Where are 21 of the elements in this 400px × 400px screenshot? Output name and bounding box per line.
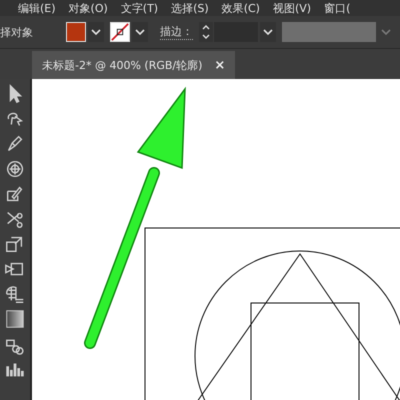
menu-item[interactable]: 文字(T) — [120, 0, 158, 16]
selection-label: 择对象 — [0, 24, 34, 40]
menu-item[interactable]: 窗口( — [324, 0, 350, 16]
stroke-swatch[interactable] — [110, 22, 130, 42]
tab-title[interactable]: 未标题-2* @ 400% (RGB/轮廓) — [42, 58, 202, 72]
document-tab[interactable]: 未标题-2* @ 400% (RGB/轮廓) × — [32, 51, 236, 79]
symbol-sprayer-icon[interactable] — [4, 158, 26, 180]
menu-item[interactable]: 选择(S) — [171, 0, 209, 16]
menu-item[interactable]: 编辑(E) — [18, 0, 56, 16]
stepper-arrows-icon[interactable] — [199, 22, 213, 42]
chevron-down-icon[interactable] — [132, 22, 148, 42]
close-icon[interactable]: × — [214, 58, 226, 72]
fill-swatch[interactable] — [66, 22, 86, 42]
menu-item[interactable]: 效果(C) — [222, 0, 260, 16]
stroke-label[interactable]: 描边： — [160, 24, 193, 40]
perspective-grid-icon[interactable] — [4, 283, 26, 305]
chevron-down-icon[interactable] — [88, 22, 104, 42]
menu-item[interactable]: 视图(V) — [272, 0, 312, 16]
gradient-icon[interactable] — [4, 308, 26, 330]
chevron-down-icon[interactable] — [260, 22, 276, 42]
menu-item[interactable]: 对象(O) — [68, 0, 108, 16]
